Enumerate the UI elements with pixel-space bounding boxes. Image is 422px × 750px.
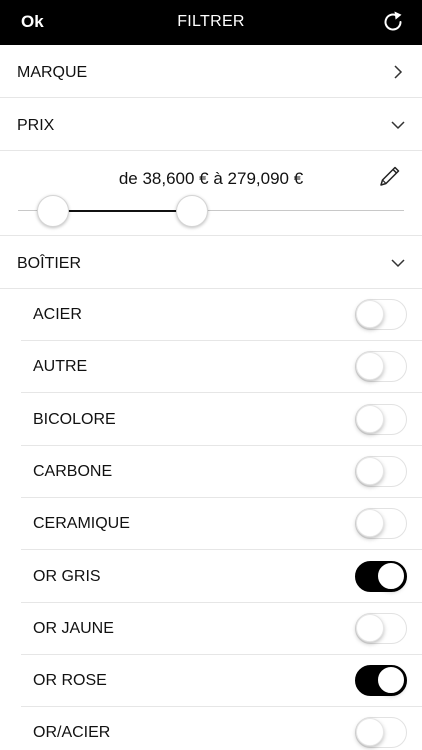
section-marque[interactable]: MARQUE bbox=[0, 45, 422, 98]
price-slider-min-thumb[interactable] bbox=[36, 195, 69, 227]
case-option-label: OR/ACIER bbox=[33, 724, 111, 742]
toggle-knob bbox=[356, 718, 384, 747]
case-option-toggle[interactable] bbox=[355, 403, 407, 435]
case-option-toggle[interactable] bbox=[355, 560, 407, 592]
case-option-row: BICOLORE bbox=[21, 394, 422, 446]
case-option-toggle[interactable] bbox=[355, 455, 407, 487]
case-option-toggle[interactable] bbox=[355, 508, 407, 540]
section-prix[interactable]: PRIX bbox=[0, 98, 422, 151]
case-option-label: BICOLORE bbox=[33, 410, 116, 428]
page-title: FILTRER bbox=[177, 13, 245, 30]
refresh-icon[interactable] bbox=[381, 10, 405, 34]
section-prix-label: PRIX bbox=[17, 117, 55, 134]
toggle-knob bbox=[356, 456, 384, 485]
case-option-row: OR GRIS bbox=[21, 551, 422, 603]
case-option-label: OR JAUNE bbox=[33, 619, 114, 637]
chevron-right-icon bbox=[394, 65, 403, 79]
price-range-text: de 38,600 € à 279,090 € bbox=[118, 169, 304, 188]
case-option-label: AUTRE bbox=[33, 358, 88, 376]
chevron-down-icon bbox=[391, 121, 405, 130]
section-boitier[interactable]: BOÎTIER bbox=[0, 236, 422, 289]
case-option-row: CARBONE bbox=[21, 446, 422, 498]
toggle-knob bbox=[377, 666, 405, 695]
case-option-label: CARBONE bbox=[33, 462, 113, 480]
case-option-toggle[interactable] bbox=[355, 612, 407, 644]
pencil-icon[interactable] bbox=[378, 164, 402, 188]
case-option-row: OR JAUNE bbox=[21, 603, 422, 655]
case-option-label: CERAMIQUE bbox=[33, 515, 130, 533]
case-option-row: AUTRE bbox=[21, 341, 422, 394]
case-option-toggle[interactable] bbox=[355, 665, 407, 697]
toggle-knob bbox=[377, 561, 405, 590]
section-boitier-label: BOÎTIER bbox=[17, 255, 82, 272]
toggle-knob bbox=[356, 300, 384, 328]
case-option-toggle[interactable] bbox=[355, 299, 407, 330]
chevron-down-icon bbox=[391, 259, 405, 268]
case-option-label: ACIER bbox=[33, 306, 82, 323]
price-slider-selected-range bbox=[52, 210, 192, 212]
toggle-knob bbox=[356, 613, 384, 642]
toggle-knob bbox=[356, 404, 384, 433]
case-option-row: OR ROSE bbox=[21, 655, 422, 708]
case-option-toggle[interactable] bbox=[355, 351, 407, 383]
case-option-toggle[interactable] bbox=[355, 717, 407, 749]
case-option-row: ACIER bbox=[21, 289, 422, 341]
case-option-row: CERAMIQUE bbox=[21, 498, 422, 551]
price-range-panel bbox=[0, 151, 422, 236]
case-option-label: OR ROSE bbox=[33, 672, 107, 690]
case-option-label: OR GRIS bbox=[33, 567, 101, 585]
case-option-row: OR/ACIER bbox=[21, 707, 422, 750]
toggle-knob bbox=[356, 509, 384, 538]
price-slider-max-thumb[interactable] bbox=[175, 195, 208, 227]
top-bar: Ok FILTRER bbox=[0, 0, 422, 45]
section-marque-label: MARQUE bbox=[17, 64, 88, 81]
toggle-knob bbox=[356, 352, 384, 381]
